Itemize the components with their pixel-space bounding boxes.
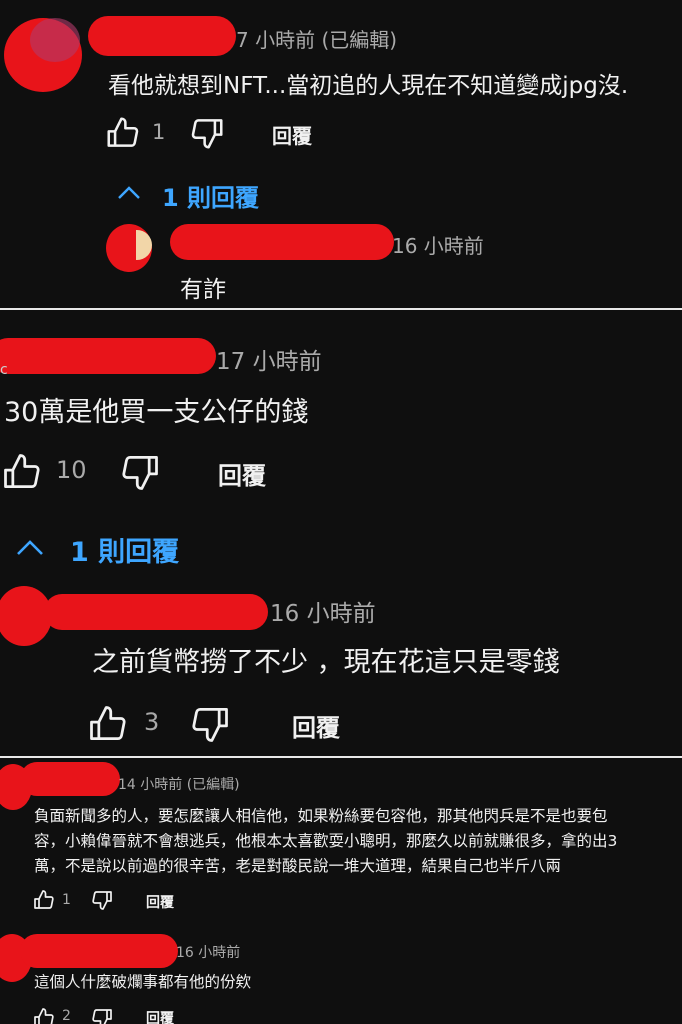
comment-text: 30萬是他買一支公仔的錢 [4,397,309,428]
like-count: 10 [56,456,87,484]
like-count: 1 [62,892,71,908]
username-redaction [170,224,394,260]
reply-timestamp: 16 小時前 [270,601,376,627]
thumbs-down-icon[interactable] [188,114,226,152]
username-redaction [88,16,236,56]
thumbs-up-icon[interactable] [32,1006,56,1024]
comment-text-line-2: 容，小賴偉晉就不會想逃兵，他根本太喜歡耍小聰明，那麼久以前就賺很多，拿的出3 [34,832,618,850]
thumbs-up-icon[interactable] [86,702,130,746]
comment-timestamp: 14 小時前 (已編輯) [118,777,240,793]
thumbs-up-icon[interactable] [32,888,56,912]
comment-panel-2: c 17 小時前 30萬是他買一支公仔的錢 10 回覆 1 則回覆 16 小時前… [0,310,682,756]
thumbs-up-icon[interactable] [0,450,44,494]
thumbs-up-icon[interactable] [104,114,142,152]
avatar-fragment: c [0,362,8,378]
comment-text-line-3: 萬，不是說以前過的很辛苦，老是對酸民說一堆大道理，結果自己也半斤八兩 [34,857,562,875]
comment-text: 看他就想到NFT...當初追的人現在不知道變成jpg沒. [108,73,629,99]
replies-toggle[interactable]: 1 則回覆 [162,178,259,213]
comment-panel-3: 14 小時前 (已編輯) 負面新聞多的人，要怎麼讓人相信他，如果粉絲要包容他，那… [0,758,682,1024]
username-redaction [0,338,216,374]
reply-button[interactable]: 回覆 [292,708,340,743]
thumbs-down-icon[interactable] [90,1006,114,1024]
reply-text: 之前貨幣撈了不少 ，現在花這只是零錢 [92,647,560,678]
reply-button[interactable]: 回覆 [146,1008,174,1024]
reply-button[interactable]: 回覆 [146,892,174,912]
like-count: 1 [152,120,166,144]
comment-panel-1: 7 小時前 (已編輯) 看他就想到NFT...當初追的人現在不知道變成jpg沒.… [0,0,682,308]
like-count: 2 [62,1008,71,1024]
comment-text-line-1: 負面新聞多的人，要怎麼讓人相信他，如果粉絲要包容他，那其他閃兵是不是也要包 [34,807,608,825]
comment-timestamp: 7 小時前 (已編輯) [236,28,398,52]
comment-timestamp: 16 小時前 [176,945,241,961]
username-redaction [20,762,120,796]
username-redaction [44,594,268,630]
replies-toggle[interactable]: 1 則回覆 [70,530,179,569]
reply-text: 有詐 [180,277,226,303]
comment-text: 這個人什麼破爛事都有他的份欸 [34,973,252,991]
thumbs-down-icon[interactable] [188,702,232,746]
comment-timestamp: 17 小時前 [216,349,322,375]
chevron-up-icon[interactable] [116,182,142,204]
username-redaction [20,934,178,968]
thumbs-down-icon[interactable] [90,888,114,912]
chevron-up-icon[interactable] [14,536,46,560]
reply-timestamp: 16 小時前 [392,234,484,258]
reply-button[interactable]: 回覆 [272,120,312,149]
avatar-ring [30,18,80,62]
reply-button[interactable]: 回覆 [218,456,266,491]
thumbs-down-icon[interactable] [118,450,162,494]
like-count: 3 [144,708,160,736]
